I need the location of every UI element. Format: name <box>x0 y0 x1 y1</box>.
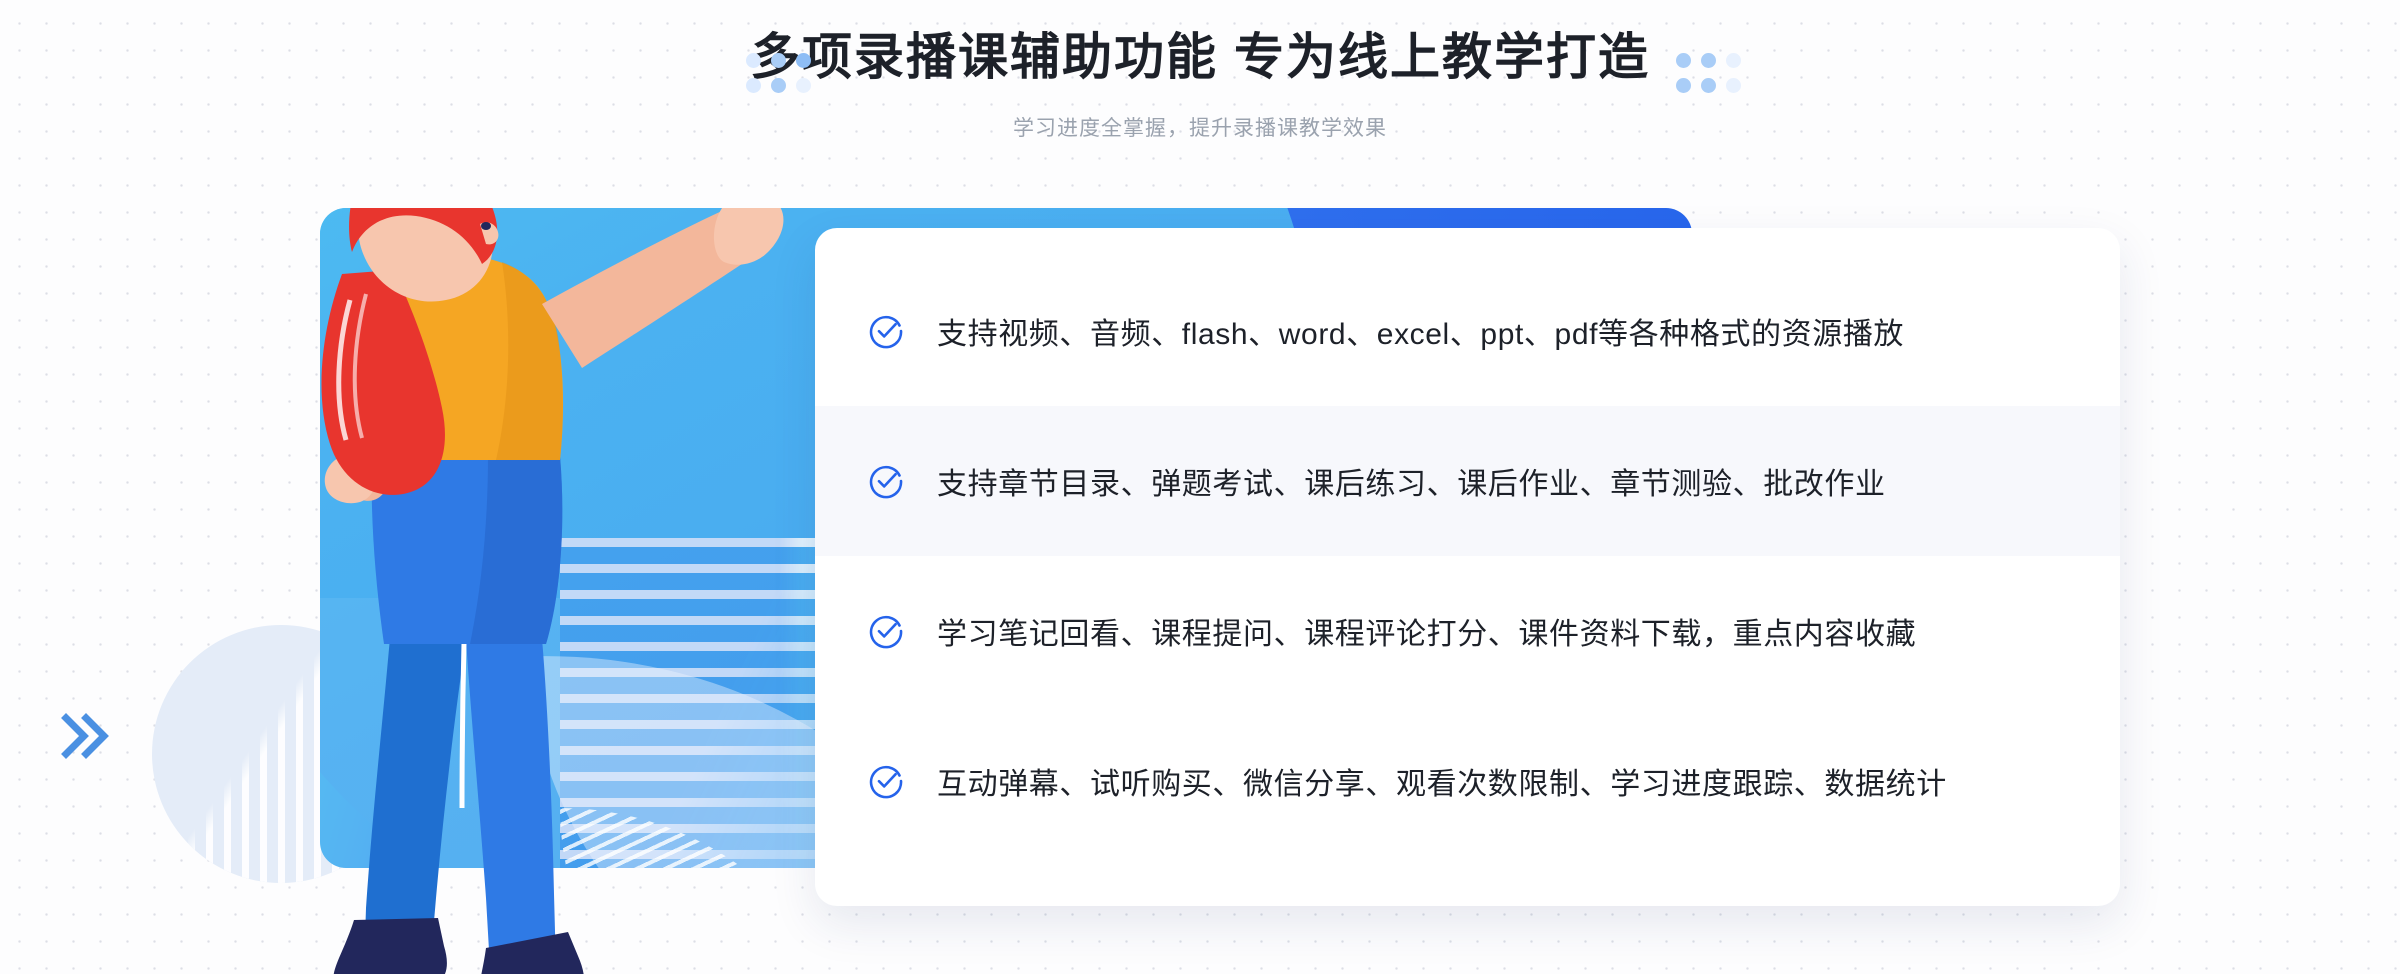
dot-grid-right-decoration <box>1676 53 1741 93</box>
header: 多项录播课辅助功能 专为线上教学打造 学习进度全掌握，提升录播课教学效果 <box>0 0 2400 180</box>
feature-row[interactable]: 支持章节目录、弹题考试、课后练习、课后作业、章节测验、批改作业 <box>815 406 2120 556</box>
feature-label: 支持章节目录、弹题考试、课后练习、课后作业、章节测验、批改作业 <box>937 468 1886 501</box>
page-title: 多项录播课辅助功能 专为线上教学打造 <box>750 29 1650 85</box>
feature-label: 学习笔记回看、课程提问、课程评论打分、课件资料下载，重点内容收藏 <box>937 618 1917 651</box>
feature-label: 互动弹幕、试听购买、微信分享、观看次数限制、学习进度跟踪、数据统计 <box>937 768 1947 801</box>
check-circle-icon <box>869 765 903 799</box>
feature-label: 支持视频、音频、flash、word、excel、ppt、pdf等各种格式的资源… <box>937 318 1905 351</box>
check-circle-icon <box>869 315 903 349</box>
page-subtitle: 学习进度全掌握，提升录播课教学效果 <box>1013 117 1387 140</box>
feature-card: 支持视频、音频、flash、word、excel、ppt、pdf等各种格式的资源… <box>815 228 2120 906</box>
feature-row[interactable]: 互动弹幕、试听购买、微信分享、观看次数限制、学习进度跟踪、数据统计 <box>815 706 2120 856</box>
check-circle-icon <box>869 615 903 649</box>
check-circle-icon <box>869 465 903 499</box>
feature-row[interactable]: 学习笔记回看、课程提问、课程评论打分、课件资料下载，重点内容收藏 <box>815 556 2120 706</box>
promo-banner: 多项录播课辅助功能 专为线上教学打造 学习进度全掌握，提升录播课教学效果 支持视… <box>0 0 2400 974</box>
feature-row[interactable]: 支持视频、音频、flash、word、excel、ppt、pdf等各种格式的资源… <box>815 256 2120 406</box>
double-chevron-right-icon <box>61 713 109 759</box>
dot-grid-left-decoration <box>746 53 811 93</box>
